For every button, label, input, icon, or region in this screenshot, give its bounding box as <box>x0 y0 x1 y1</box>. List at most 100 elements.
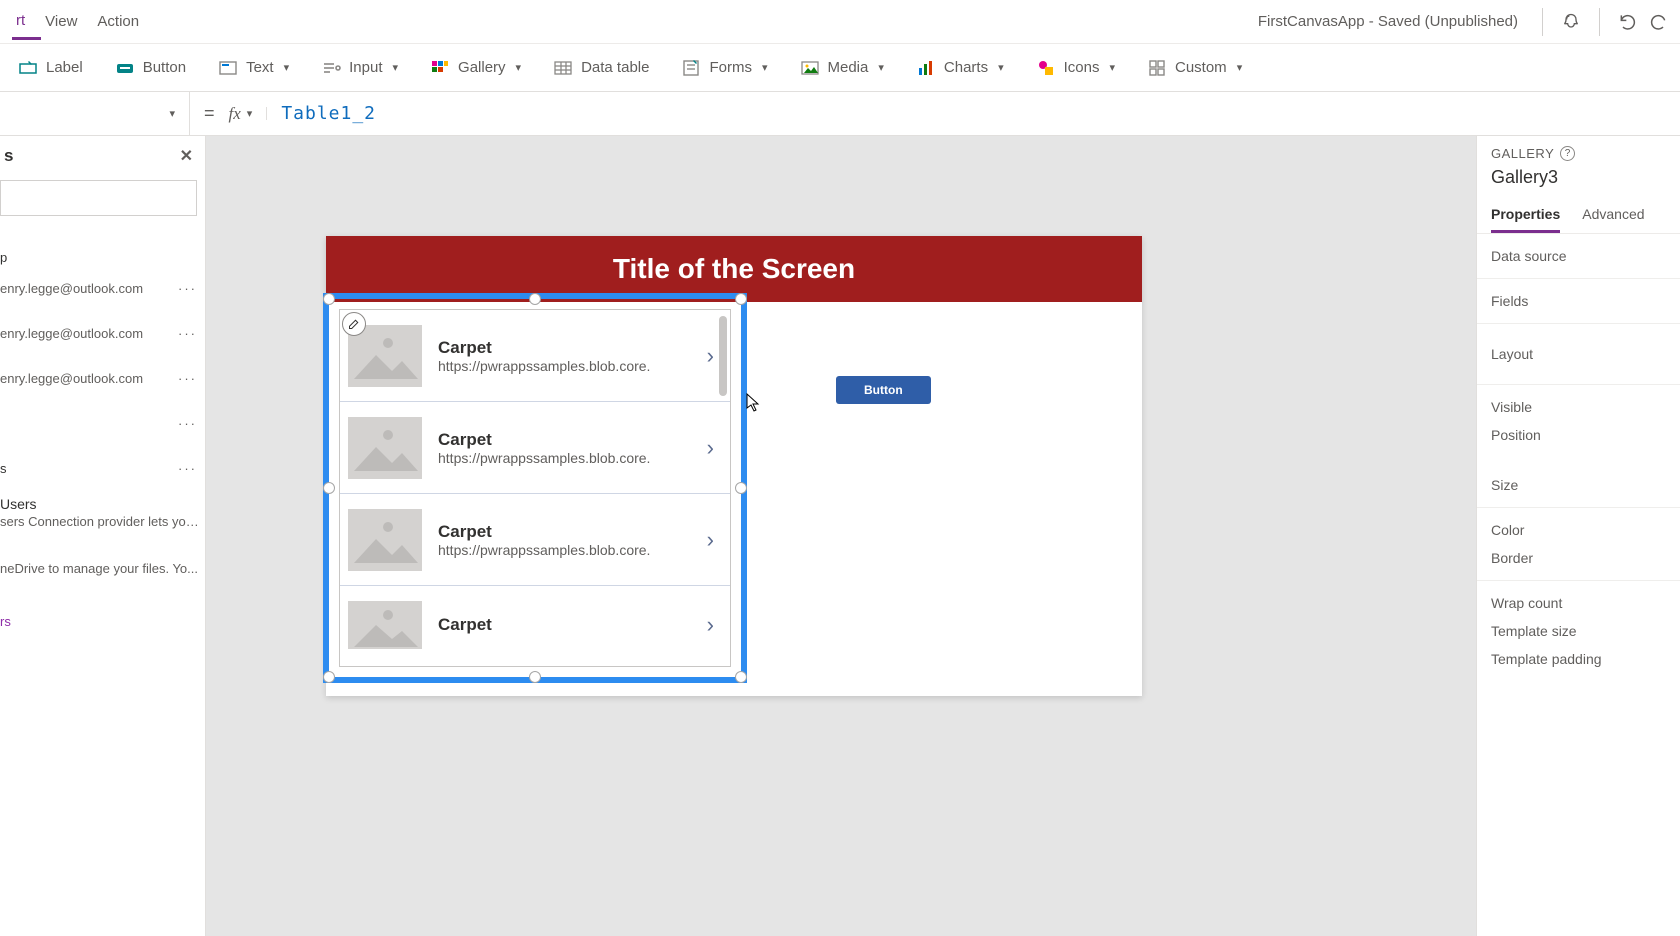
ribbon-button[interactable]: Button <box>109 52 192 84</box>
ribbon-label[interactable]: Label <box>12 52 89 84</box>
gallery-icon <box>430 58 450 78</box>
resize-handle[interactable] <box>735 293 747 305</box>
left-pane-wizard-link[interactable]: rs <box>0 584 205 629</box>
properties-pane: GALLERY ? Gallery3 Properties Advanced D… <box>1476 136 1680 936</box>
ribbon-datatable[interactable]: Data table <box>547 52 655 84</box>
more-icon[interactable]: ··· <box>178 461 197 476</box>
edit-pencil-icon[interactable] <box>342 312 366 336</box>
formula-bar: ▾ = fx ▾ Table1_2 <box>0 92 1680 136</box>
redo-icon[interactable] <box>1648 2 1668 42</box>
chevron-down-icon: ▾ <box>284 61 290 74</box>
property-row-size[interactable]: Size <box>1477 449 1680 508</box>
property-row-color[interactable]: Color <box>1477 508 1680 544</box>
menu-action[interactable]: Action <box>93 5 155 38</box>
chevron-right-icon[interactable]: › <box>699 612 722 638</box>
ribbon-label-text: Forms <box>709 59 752 76</box>
property-row-layout[interactable]: Layout <box>1477 324 1680 385</box>
ribbon-media[interactable]: Media ▾ <box>794 52 890 84</box>
left-pane-item[interactable]: p <box>0 228 205 273</box>
property-selector[interactable]: ▾ <box>0 92 190 135</box>
ribbon-label-text: Custom <box>1175 59 1227 76</box>
ribbon-forms[interactable]: Forms ▾ <box>675 52 773 84</box>
chevron-down-icon: ▾ <box>393 61 399 74</box>
custom-icon <box>1147 58 1167 78</box>
help-icon[interactable]: ? <box>1560 146 1575 161</box>
chevron-right-icon[interactable]: › <box>699 527 722 553</box>
icons-icon <box>1036 58 1056 78</box>
properties-section-label: GALLERY <box>1491 146 1554 161</box>
gallery-item-title: Carpet <box>438 522 699 542</box>
property-row-fields[interactable]: Fields <box>1477 279 1680 324</box>
ribbon-custom[interactable]: Custom ▾ <box>1141 52 1248 84</box>
button-icon <box>115 58 135 78</box>
more-icon[interactable]: ··· <box>178 326 197 341</box>
ribbon-icons[interactable]: Icons ▾ <box>1030 52 1121 84</box>
ribbon-label-text: Text <box>246 59 274 76</box>
gallery-control[interactable]: Carpet https://pwrappssamples.blob.core.… <box>339 309 731 667</box>
gallery-item-title: Carpet <box>438 615 699 635</box>
media-icon <box>800 58 820 78</box>
left-pane-group-desc: sers Connection provider lets you ... <box>0 512 205 537</box>
ribbon-input[interactable]: Input ▾ <box>315 52 404 84</box>
more-icon[interactable]: ··· <box>178 416 197 431</box>
left-pane-item[interactable]: enry.legge@outlook.com ··· <box>0 349 205 394</box>
undo-icon[interactable] <box>1608 2 1648 42</box>
left-pane-item[interactable]: enry.legge@outlook.com ··· <box>0 304 205 349</box>
formula-input[interactable]: Table1_2 <box>267 103 1680 124</box>
gallery-item-title: Carpet <box>438 338 699 358</box>
property-row-visible[interactable]: Visible <box>1477 385 1680 421</box>
ribbon-label-text: Icons <box>1064 59 1100 76</box>
ribbon-text[interactable]: Text ▾ <box>212 52 295 84</box>
design-canvas[interactable]: Title of the Screen Button Carpet https:… <box>206 136 1476 936</box>
resize-handle[interactable] <box>735 482 747 494</box>
tab-advanced[interactable]: Advanced <box>1582 198 1644 233</box>
selected-control-name: Gallery3 <box>1477 165 1680 198</box>
forms-icon <box>681 58 701 78</box>
property-row-position[interactable]: Position <box>1477 421 1680 449</box>
gallery-item[interactable]: Carpet https://pwrappssamples.blob.core.… <box>340 310 730 402</box>
chevron-down-icon[interactable]: ▾ <box>247 107 268 120</box>
resize-handle[interactable] <box>323 293 335 305</box>
more-icon[interactable]: ··· <box>178 281 197 296</box>
scrollbar-thumb[interactable] <box>719 316 727 396</box>
resize-handle[interactable] <box>529 293 541 305</box>
left-pane-item[interactable]: ··· <box>0 394 205 439</box>
left-pane-group-title: Users <box>0 484 205 512</box>
more-icon[interactable]: ··· <box>178 371 197 386</box>
chevron-right-icon[interactable]: › <box>699 435 722 461</box>
gallery-item[interactable]: Carpet https://pwrappssamples.blob.core.… <box>340 494 730 586</box>
resize-handle[interactable] <box>323 671 335 683</box>
ribbon-label-text: Charts <box>944 59 988 76</box>
left-pane-search[interactable] <box>0 180 197 216</box>
left-pane-item[interactable]: enry.legge@outlook.com ··· <box>0 273 205 304</box>
app-screen[interactable]: Title of the Screen Button Carpet https:… <box>326 236 1142 696</box>
gallery-item[interactable]: Carpet https://pwrappssamples.blob.core.… <box>340 402 730 494</box>
gallery-selection[interactable]: Carpet https://pwrappssamples.blob.core.… <box>323 293 747 683</box>
gallery-item[interactable]: Carpet › <box>340 586 730 664</box>
gallery-item-subtitle: https://pwrappssamples.blob.core. <box>438 450 699 466</box>
resize-handle[interactable] <box>323 482 335 494</box>
app-checker-icon[interactable] <box>1551 2 1591 42</box>
tab-properties[interactable]: Properties <box>1491 198 1560 233</box>
chevron-down-icon: ▾ <box>169 107 175 120</box>
ribbon-charts[interactable]: Charts ▾ <box>910 52 1010 84</box>
property-row-templatepadding[interactable]: Template padding <box>1477 645 1680 681</box>
ribbon-label-text: Data table <box>581 59 649 76</box>
datatable-icon <box>553 58 573 78</box>
menu-insert[interactable]: rt <box>12 4 41 40</box>
chevron-down-icon: ▾ <box>878 61 884 74</box>
resize-handle[interactable] <box>529 671 541 683</box>
property-row-templatesize[interactable]: Template size <box>1477 617 1680 645</box>
close-icon[interactable]: ✕ <box>180 146 193 166</box>
chevron-down-icon: ▾ <box>516 61 522 74</box>
resize-handle[interactable] <box>735 671 747 683</box>
canvas-button-control[interactable]: Button <box>836 376 931 404</box>
property-row-wrapcount[interactable]: Wrap count <box>1477 581 1680 617</box>
property-row-datasource[interactable]: Data source <box>1477 234 1680 279</box>
main-area: s ✕ p enry.legge@outlook.com ··· enry.le… <box>0 136 1680 936</box>
fx-icon[interactable]: fx <box>229 104 247 124</box>
ribbon-gallery[interactable]: Gallery ▾ <box>424 52 527 84</box>
left-pane-item[interactable]: s ··· <box>0 439 205 484</box>
property-row-border[interactable]: Border <box>1477 544 1680 581</box>
menu-view[interactable]: View <box>41 5 93 38</box>
